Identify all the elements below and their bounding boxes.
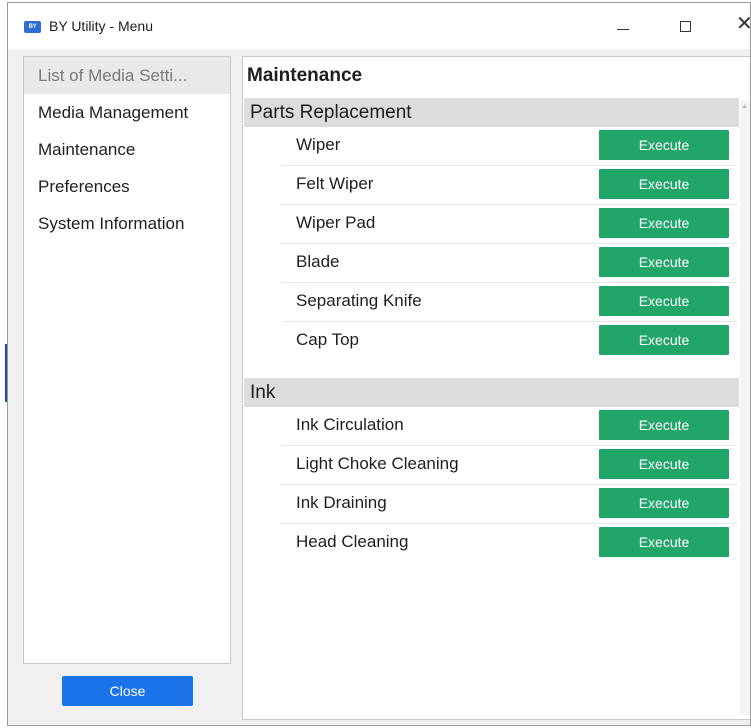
execute-button[interactable]: Execute: [599, 208, 729, 238]
sidebar-menu: List of Media Setti... Media Management …: [23, 56, 231, 664]
row-label: Blade: [296, 252, 340, 271]
execute-button[interactable]: Execute: [599, 169, 729, 199]
execute-button[interactable]: Execute: [599, 449, 729, 479]
execute-button[interactable]: Execute: [599, 325, 729, 355]
main-panel: Maintenance Parts Replacement Wiper Exec…: [242, 56, 750, 720]
execute-button[interactable]: Execute: [599, 527, 729, 557]
row-label: Head Cleaning: [296, 532, 409, 551]
list-item: Wiper Pad Execute: [282, 205, 737, 244]
list-item: Ink Circulation Execute: [282, 407, 737, 446]
row-label: Ink Circulation: [296, 415, 404, 434]
app-window: BY BY Utility - Menu ✕ List of Media Set…: [7, 2, 751, 726]
window-title: BY Utility - Menu: [49, 18, 153, 34]
row-label: Ink Draining: [296, 493, 387, 512]
maximize-icon: [680, 21, 691, 32]
sidebar-item-media-management[interactable]: Media Management: [24, 94, 230, 131]
row-label: Wiper Pad: [296, 213, 376, 232]
sidebar-item-preferences[interactable]: Preferences: [24, 168, 230, 205]
list-item: Separating Knife Execute: [282, 283, 737, 322]
execute-button[interactable]: Execute: [599, 286, 729, 316]
list-item: Wiper Execute: [282, 127, 737, 166]
list-item: Light Choke Cleaning Execute: [282, 446, 737, 485]
maximize-button[interactable]: [662, 3, 708, 49]
row-label: Wiper: [296, 135, 341, 154]
list-item: Ink Draining Execute: [282, 485, 737, 524]
row-label: Cap Top: [296, 330, 360, 349]
list-item: Head Cleaning Execute: [282, 524, 737, 563]
row-label: Separating Knife: [296, 291, 422, 310]
sidebar-item-maintenance[interactable]: Maintenance: [24, 131, 230, 168]
window-close-button[interactable]: ✕: [720, 3, 750, 49]
app-logo-icon: BY: [24, 21, 41, 33]
list-item: Cap Top Execute: [282, 322, 737, 361]
minimize-icon: [617, 29, 629, 30]
section-header-ink: Ink: [244, 378, 739, 407]
row-label: Felt Wiper: [296, 174, 374, 193]
minimize-button[interactable]: [600, 3, 646, 49]
scrollbar[interactable]: ▲: [740, 101, 750, 715]
title-bar[interactable]: BY BY Utility - Menu ✕: [8, 3, 750, 49]
list-item: Blade Execute: [282, 244, 737, 283]
sidebar-item-list-of-media-settings[interactable]: List of Media Setti...: [24, 57, 230, 94]
sidebar-item-system-information[interactable]: System Information: [24, 205, 230, 242]
execute-button[interactable]: Execute: [599, 410, 729, 440]
scroll-up-arrow-icon[interactable]: ▲: [741, 103, 748, 111]
close-icon: ✕: [736, 14, 750, 34]
list-item: Felt Wiper Execute: [282, 166, 737, 205]
close-button[interactable]: Close: [62, 676, 193, 706]
execute-button[interactable]: Execute: [599, 247, 729, 277]
execute-button[interactable]: Execute: [599, 488, 729, 518]
row-label: Light Choke Cleaning: [296, 454, 459, 473]
execute-button[interactable]: Execute: [599, 130, 729, 160]
section-header-parts-replacement: Parts Replacement: [244, 98, 739, 127]
page-title: Maintenance: [247, 65, 363, 86]
